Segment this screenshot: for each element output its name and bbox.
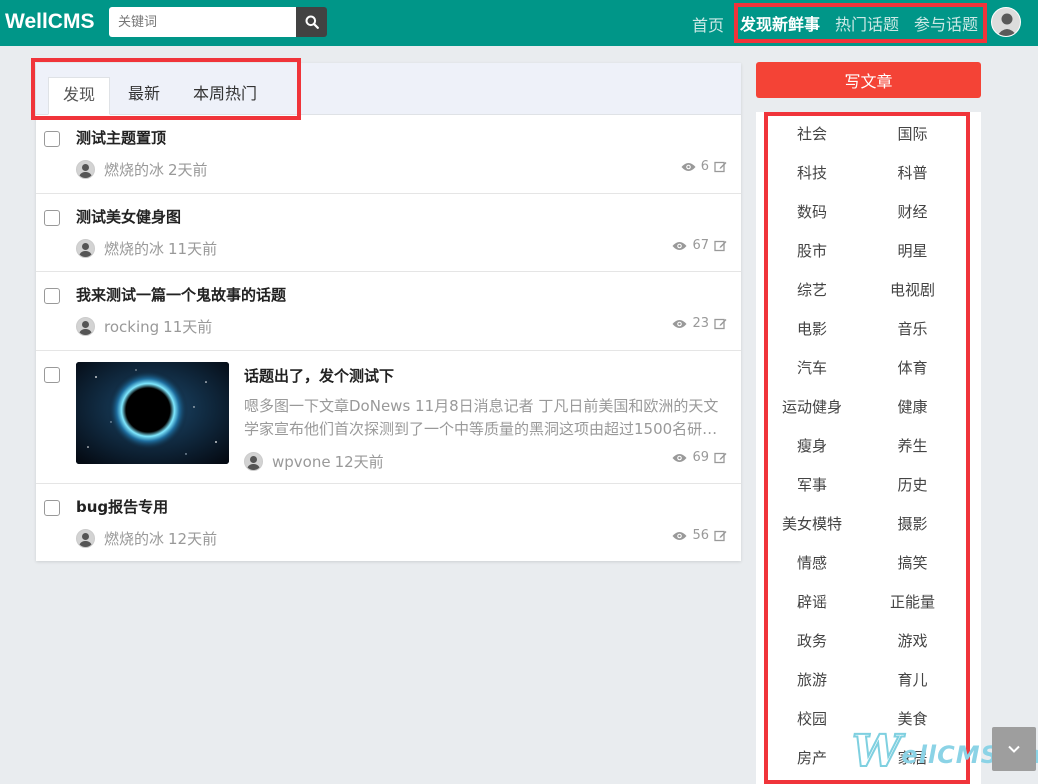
- thread-row[interactable]: 测试主题置顶 燃烧的冰 2天前 6: [36, 115, 741, 194]
- view-count: 69: [692, 450, 709, 465]
- user-icon: [997, 13, 1017, 36]
- thread-meta: 燃烧的冰 12天前: [76, 528, 217, 549]
- edit-icon[interactable]: [714, 239, 727, 252]
- thread-stats: 56: [672, 528, 727, 543]
- view-count: 67: [692, 238, 709, 253]
- write-article-button[interactable]: 写文章: [756, 62, 981, 98]
- view-count: 6: [700, 159, 709, 174]
- thread-author[interactable]: 燃烧的冰: [104, 159, 164, 180]
- thread-excerpt: 嗯多图一下文章DoNews 11月8日消息记者 丁凡日前美国和欧洲的天文 学家宣…: [244, 395, 734, 441]
- chevron-down-icon: [1008, 745, 1020, 753]
- tabs-highlight-box: [31, 58, 301, 120]
- user-avatar[interactable]: [991, 7, 1021, 37]
- tabs-bar: 发现 最新 本周热门: [31, 58, 741, 120]
- edit-icon[interactable]: [714, 529, 727, 542]
- eye-icon: [672, 453, 687, 462]
- nav-join-topics[interactable]: 参与话题: [914, 11, 978, 35]
- search-icon: [305, 15, 319, 29]
- eye-icon: [672, 319, 687, 328]
- scroll-button[interactable]: [992, 727, 1036, 771]
- eye-icon: [672, 531, 687, 540]
- thread-time: 2天前: [168, 161, 208, 179]
- thread-time: 11天前: [163, 318, 213, 336]
- author-avatar[interactable]: [76, 239, 95, 258]
- excerpt-line: 学家宣布他们首次探测到了一个中等质量的黑洞这项由超过1500名研…: [244, 420, 718, 438]
- black-hole-image: [76, 362, 229, 464]
- thread-checkbox[interactable]: [44, 131, 60, 147]
- thread-list-card: 发现 最新 本周热门 测试主题置顶 燃烧的冰 2天前 6 测试美女健身图 燃烧的…: [31, 58, 741, 561]
- thread-stats: 6: [681, 159, 727, 174]
- thread-checkbox[interactable]: [44, 367, 60, 383]
- thread-title[interactable]: bug报告专用: [76, 496, 168, 517]
- edit-icon[interactable]: [714, 317, 727, 330]
- thread-stats: 23: [672, 316, 727, 331]
- nav-highlight-box: 发现新鲜事 热门话题 参与话题: [734, 3, 987, 43]
- author-avatar[interactable]: [76, 317, 95, 336]
- thread-meta: wpvone 12天前: [244, 451, 384, 472]
- brand-logo[interactable]: WellCMS: [5, 10, 94, 34]
- thread-title[interactable]: 话题出了，发个测试下: [244, 365, 394, 386]
- category-highlight-box: [764, 112, 970, 784]
- thread-thumbnail[interactable]: [76, 362, 229, 464]
- thread-checkbox[interactable]: [44, 500, 60, 516]
- author-avatar[interactable]: [76, 160, 95, 179]
- view-count: 56: [692, 528, 709, 543]
- thread-time: 11天前: [168, 240, 218, 258]
- thread-time: 12天前: [334, 453, 384, 471]
- thread-checkbox[interactable]: [44, 210, 60, 226]
- eye-icon: [681, 162, 696, 171]
- thread-meta: rocking 11天前: [76, 316, 212, 337]
- thread-title[interactable]: 测试美女健身图: [76, 206, 181, 227]
- eye-icon: [672, 241, 687, 250]
- watermark-letter: W: [851, 725, 902, 778]
- thread-title[interactable]: 我来测试一篇一个鬼故事的话题: [76, 284, 286, 305]
- thread-author[interactable]: rocking: [104, 318, 159, 336]
- thread-row[interactable]: 话题出了，发个测试下 嗯多图一下文章DoNews 11月8日消息记者 丁凡日前美…: [36, 351, 741, 484]
- thread-row[interactable]: 我来测试一篇一个鬼故事的话题 rocking 11天前 23: [36, 272, 741, 351]
- thread-author[interactable]: wpvone: [272, 453, 331, 471]
- author-avatar[interactable]: [244, 452, 263, 471]
- thread-meta: 燃烧的冰 11天前: [76, 238, 217, 259]
- thread-stats: 67: [672, 238, 727, 253]
- thread-row[interactable]: 测试美女健身图 燃烧的冰 11天前 67: [36, 194, 741, 272]
- excerpt-line: 嗯多图一下文章DoNews 11月8日消息记者 丁凡日前美国和欧洲的天文: [244, 397, 719, 415]
- search-button[interactable]: [296, 7, 327, 37]
- thread-row[interactable]: bug报告专用 燃烧的冰 12天前 56: [36, 484, 741, 561]
- thread-author[interactable]: 燃烧的冰: [104, 238, 164, 259]
- nav-hot-topics[interactable]: 热门话题: [835, 11, 899, 35]
- author-avatar[interactable]: [76, 529, 95, 548]
- nav-home[interactable]: 首页: [692, 12, 724, 36]
- thread-meta: 燃烧的冰 2天前: [76, 159, 208, 180]
- view-count: 23: [692, 316, 709, 331]
- top-navbar: WellCMS 首页 发现新鲜事 热门话题 参与话题: [0, 0, 1038, 46]
- thread-time: 12天前: [168, 530, 218, 548]
- edit-icon[interactable]: [714, 451, 727, 464]
- edit-icon[interactable]: [714, 160, 727, 173]
- thread-author[interactable]: 燃烧的冰: [104, 528, 164, 549]
- thread-checkbox[interactable]: [44, 288, 60, 304]
- nav-discover[interactable]: 发现新鲜事: [740, 11, 820, 35]
- thread-title[interactable]: 测试主题置顶: [76, 127, 166, 148]
- search-input[interactable]: [109, 7, 296, 37]
- search-form: [109, 7, 327, 37]
- thread-stats: 69: [672, 450, 727, 465]
